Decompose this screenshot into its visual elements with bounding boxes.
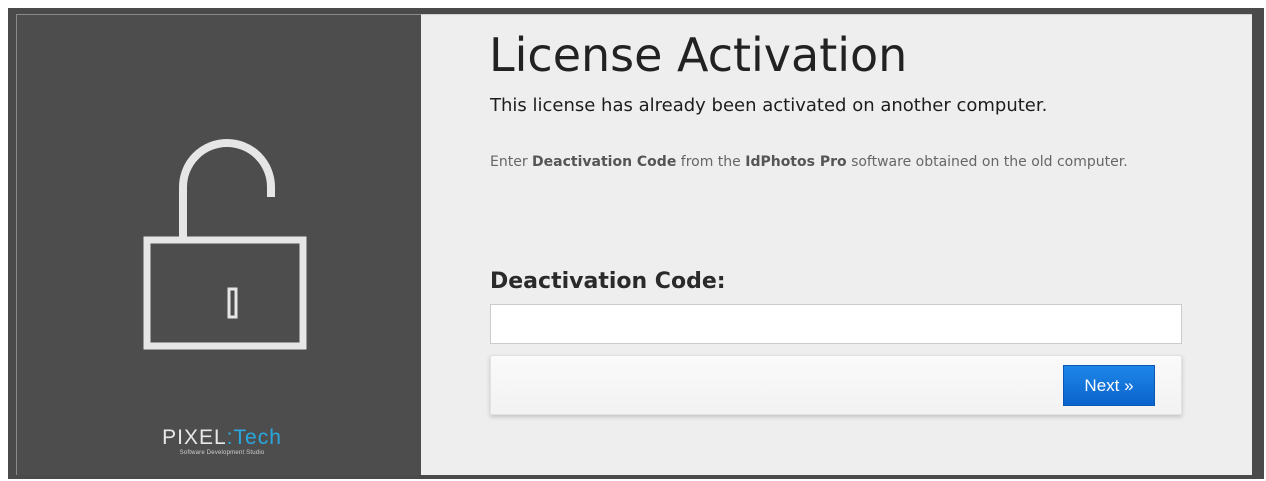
brand-name-tech: Tech [233,426,282,449]
lock-keyhole [227,287,238,319]
sidebar-panel: PIXEL:Tech Software Development Studio [16,14,421,475]
next-button[interactable]: Next » [1063,365,1155,406]
brand-name-separator: : [226,426,234,449]
page-subtitle: This license has already been activated … [490,95,1048,116]
instructions-text: Enter Deactivation Code from the IdPhoto… [490,149,1130,175]
brand-tagline: Software Development Studio [179,450,265,456]
brand-name: PIXEL:Tech [137,427,307,449]
brand-logo: PIXEL:Tech Software Development Studio [137,427,307,467]
main-content: License Activation This license has alre… [421,14,1252,475]
brand-name-pixel: PIXEL [162,426,227,449]
instructions-code-name: Deactivation Code [532,154,677,170]
instructions-pre: Enter [490,154,533,170]
page-title: License Activation [489,28,908,82]
instructions-post: software obtained on the old computer. [846,154,1128,170]
deactivation-code-input[interactable] [490,304,1182,344]
lock-body [143,236,307,350]
instructions-product-name: IdPhotos Pro [745,154,847,170]
lock-shackle [179,139,275,239]
deactivation-code-label: Deactivation Code: [490,269,726,294]
action-bar: Next » [490,355,1182,415]
unlocked-padlock-icon [143,139,307,350]
instructions-mid: from the [676,154,746,170]
